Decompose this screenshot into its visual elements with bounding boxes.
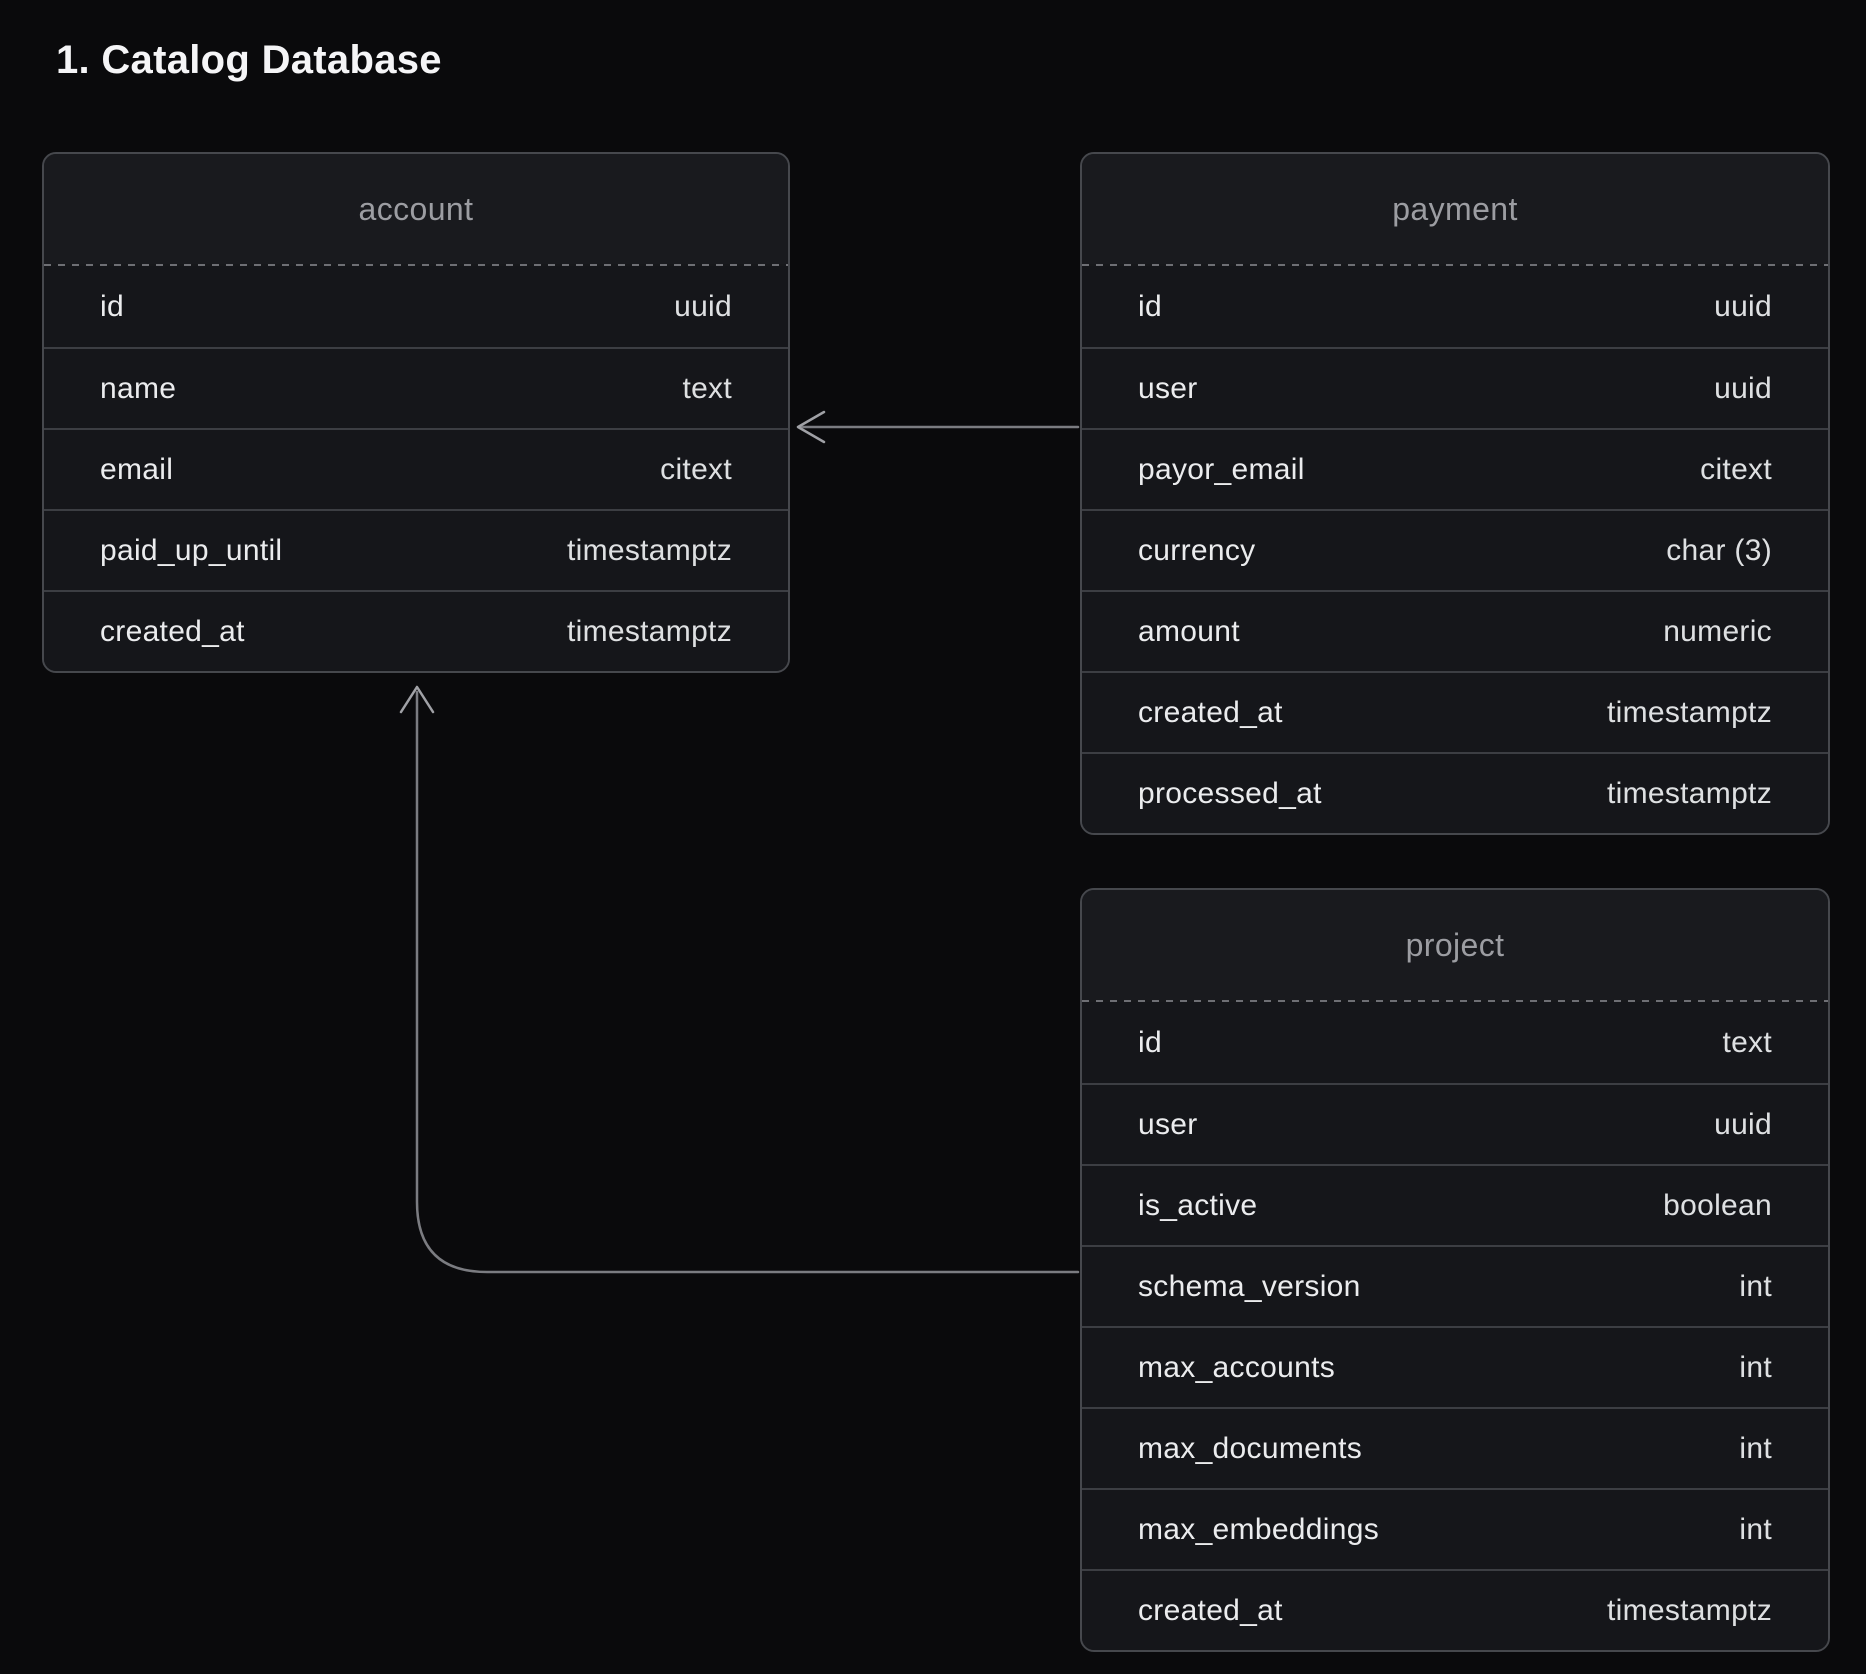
table-header-project[interactable]: project: [1082, 890, 1828, 1000]
column-type: text: [682, 372, 732, 406]
column-name: name: [100, 372, 176, 406]
column-list: id text user uuid is_active boolean sche…: [1082, 1002, 1828, 1650]
column-type: timestamptz: [567, 534, 732, 568]
column-type: uuid: [1714, 290, 1772, 324]
column-type: int: [1739, 1270, 1772, 1304]
table-project[interactable]: project id text user uuid is_active bool…: [1080, 888, 1830, 1652]
table-title: project: [1406, 927, 1505, 964]
column-row[interactable]: processed_at timestamptz: [1082, 752, 1828, 833]
column-name: max_embeddings: [1138, 1513, 1379, 1547]
connector-payment-account[interactable]: [798, 412, 1078, 442]
column-type: timestamptz: [1607, 777, 1772, 811]
column-row[interactable]: payor_email citext: [1082, 428, 1828, 509]
column-type: citext: [660, 453, 732, 487]
column-type: timestamptz: [1607, 1594, 1772, 1628]
column-type: char (3): [1666, 534, 1772, 568]
column-type: numeric: [1663, 615, 1772, 649]
column-type: uuid: [1714, 372, 1772, 406]
column-name: max_accounts: [1138, 1351, 1335, 1385]
arrowhead-left-icon: [798, 412, 824, 442]
column-row[interactable]: id uuid: [44, 266, 788, 347]
column-row[interactable]: user uuid: [1082, 347, 1828, 428]
connector-project-account[interactable]: [401, 687, 1078, 1272]
table-payment[interactable]: payment id uuid user uuid payor_email ci…: [1080, 152, 1830, 835]
column-row[interactable]: email citext: [44, 428, 788, 509]
column-name: user: [1138, 1108, 1198, 1142]
column-row[interactable]: currency char (3): [1082, 509, 1828, 590]
column-row[interactable]: schema_version int: [1082, 1245, 1828, 1326]
column-row[interactable]: max_embeddings int: [1082, 1488, 1828, 1569]
column-type: citext: [1700, 453, 1772, 487]
column-type: timestamptz: [567, 615, 732, 649]
column-row[interactable]: name text: [44, 347, 788, 428]
column-list: id uuid name text email citext paid_up_u…: [44, 266, 788, 671]
column-type: text: [1722, 1026, 1772, 1060]
column-row[interactable]: created_at timestamptz: [44, 590, 788, 671]
column-name: id: [1138, 290, 1162, 324]
column-name: max_documents: [1138, 1432, 1362, 1466]
column-name: is_active: [1138, 1189, 1257, 1223]
column-type: uuid: [674, 290, 732, 324]
column-row[interactable]: max_accounts int: [1082, 1326, 1828, 1407]
column-row[interactable]: user uuid: [1082, 1083, 1828, 1164]
column-type: boolean: [1663, 1189, 1772, 1223]
column-name: created_at: [1138, 1594, 1283, 1628]
column-name: paid_up_until: [100, 534, 282, 568]
column-type: uuid: [1714, 1108, 1772, 1142]
column-type: int: [1739, 1351, 1772, 1385]
arrowhead-up-icon: [401, 687, 433, 712]
connector-line: [417, 692, 1078, 1272]
column-row[interactable]: amount numeric: [1082, 590, 1828, 671]
column-name: currency: [1138, 534, 1255, 568]
column-name: id: [1138, 1026, 1162, 1060]
column-row[interactable]: is_active boolean: [1082, 1164, 1828, 1245]
table-header-payment[interactable]: payment: [1082, 154, 1828, 264]
column-list: id uuid user uuid payor_email citext cur…: [1082, 266, 1828, 833]
column-name: payor_email: [1138, 453, 1305, 487]
column-row[interactable]: id text: [1082, 1002, 1828, 1083]
table-title: account: [359, 191, 474, 228]
column-type: timestamptz: [1607, 696, 1772, 730]
column-row[interactable]: created_at timestamptz: [1082, 1569, 1828, 1650]
column-type: int: [1739, 1432, 1772, 1466]
column-name: amount: [1138, 615, 1240, 649]
column-row[interactable]: created_at timestamptz: [1082, 671, 1828, 752]
column-name: created_at: [1138, 696, 1283, 730]
table-header-account[interactable]: account: [44, 154, 788, 264]
column-name: schema_version: [1138, 1270, 1361, 1304]
column-name: id: [100, 290, 124, 324]
column-row[interactable]: id uuid: [1082, 266, 1828, 347]
column-row[interactable]: paid_up_until timestamptz: [44, 509, 788, 590]
table-title: payment: [1392, 191, 1518, 228]
column-name: user: [1138, 372, 1198, 406]
erd-canvas: 1. Catalog Database account id uuid name…: [0, 0, 1866, 1674]
column-type: int: [1739, 1513, 1772, 1547]
column-row[interactable]: max_documents int: [1082, 1407, 1828, 1488]
page-title: 1. Catalog Database: [56, 38, 442, 83]
column-name: created_at: [100, 615, 245, 649]
column-name: processed_at: [1138, 777, 1322, 811]
table-account[interactable]: account id uuid name text email citext p…: [42, 152, 790, 673]
column-name: email: [100, 453, 173, 487]
